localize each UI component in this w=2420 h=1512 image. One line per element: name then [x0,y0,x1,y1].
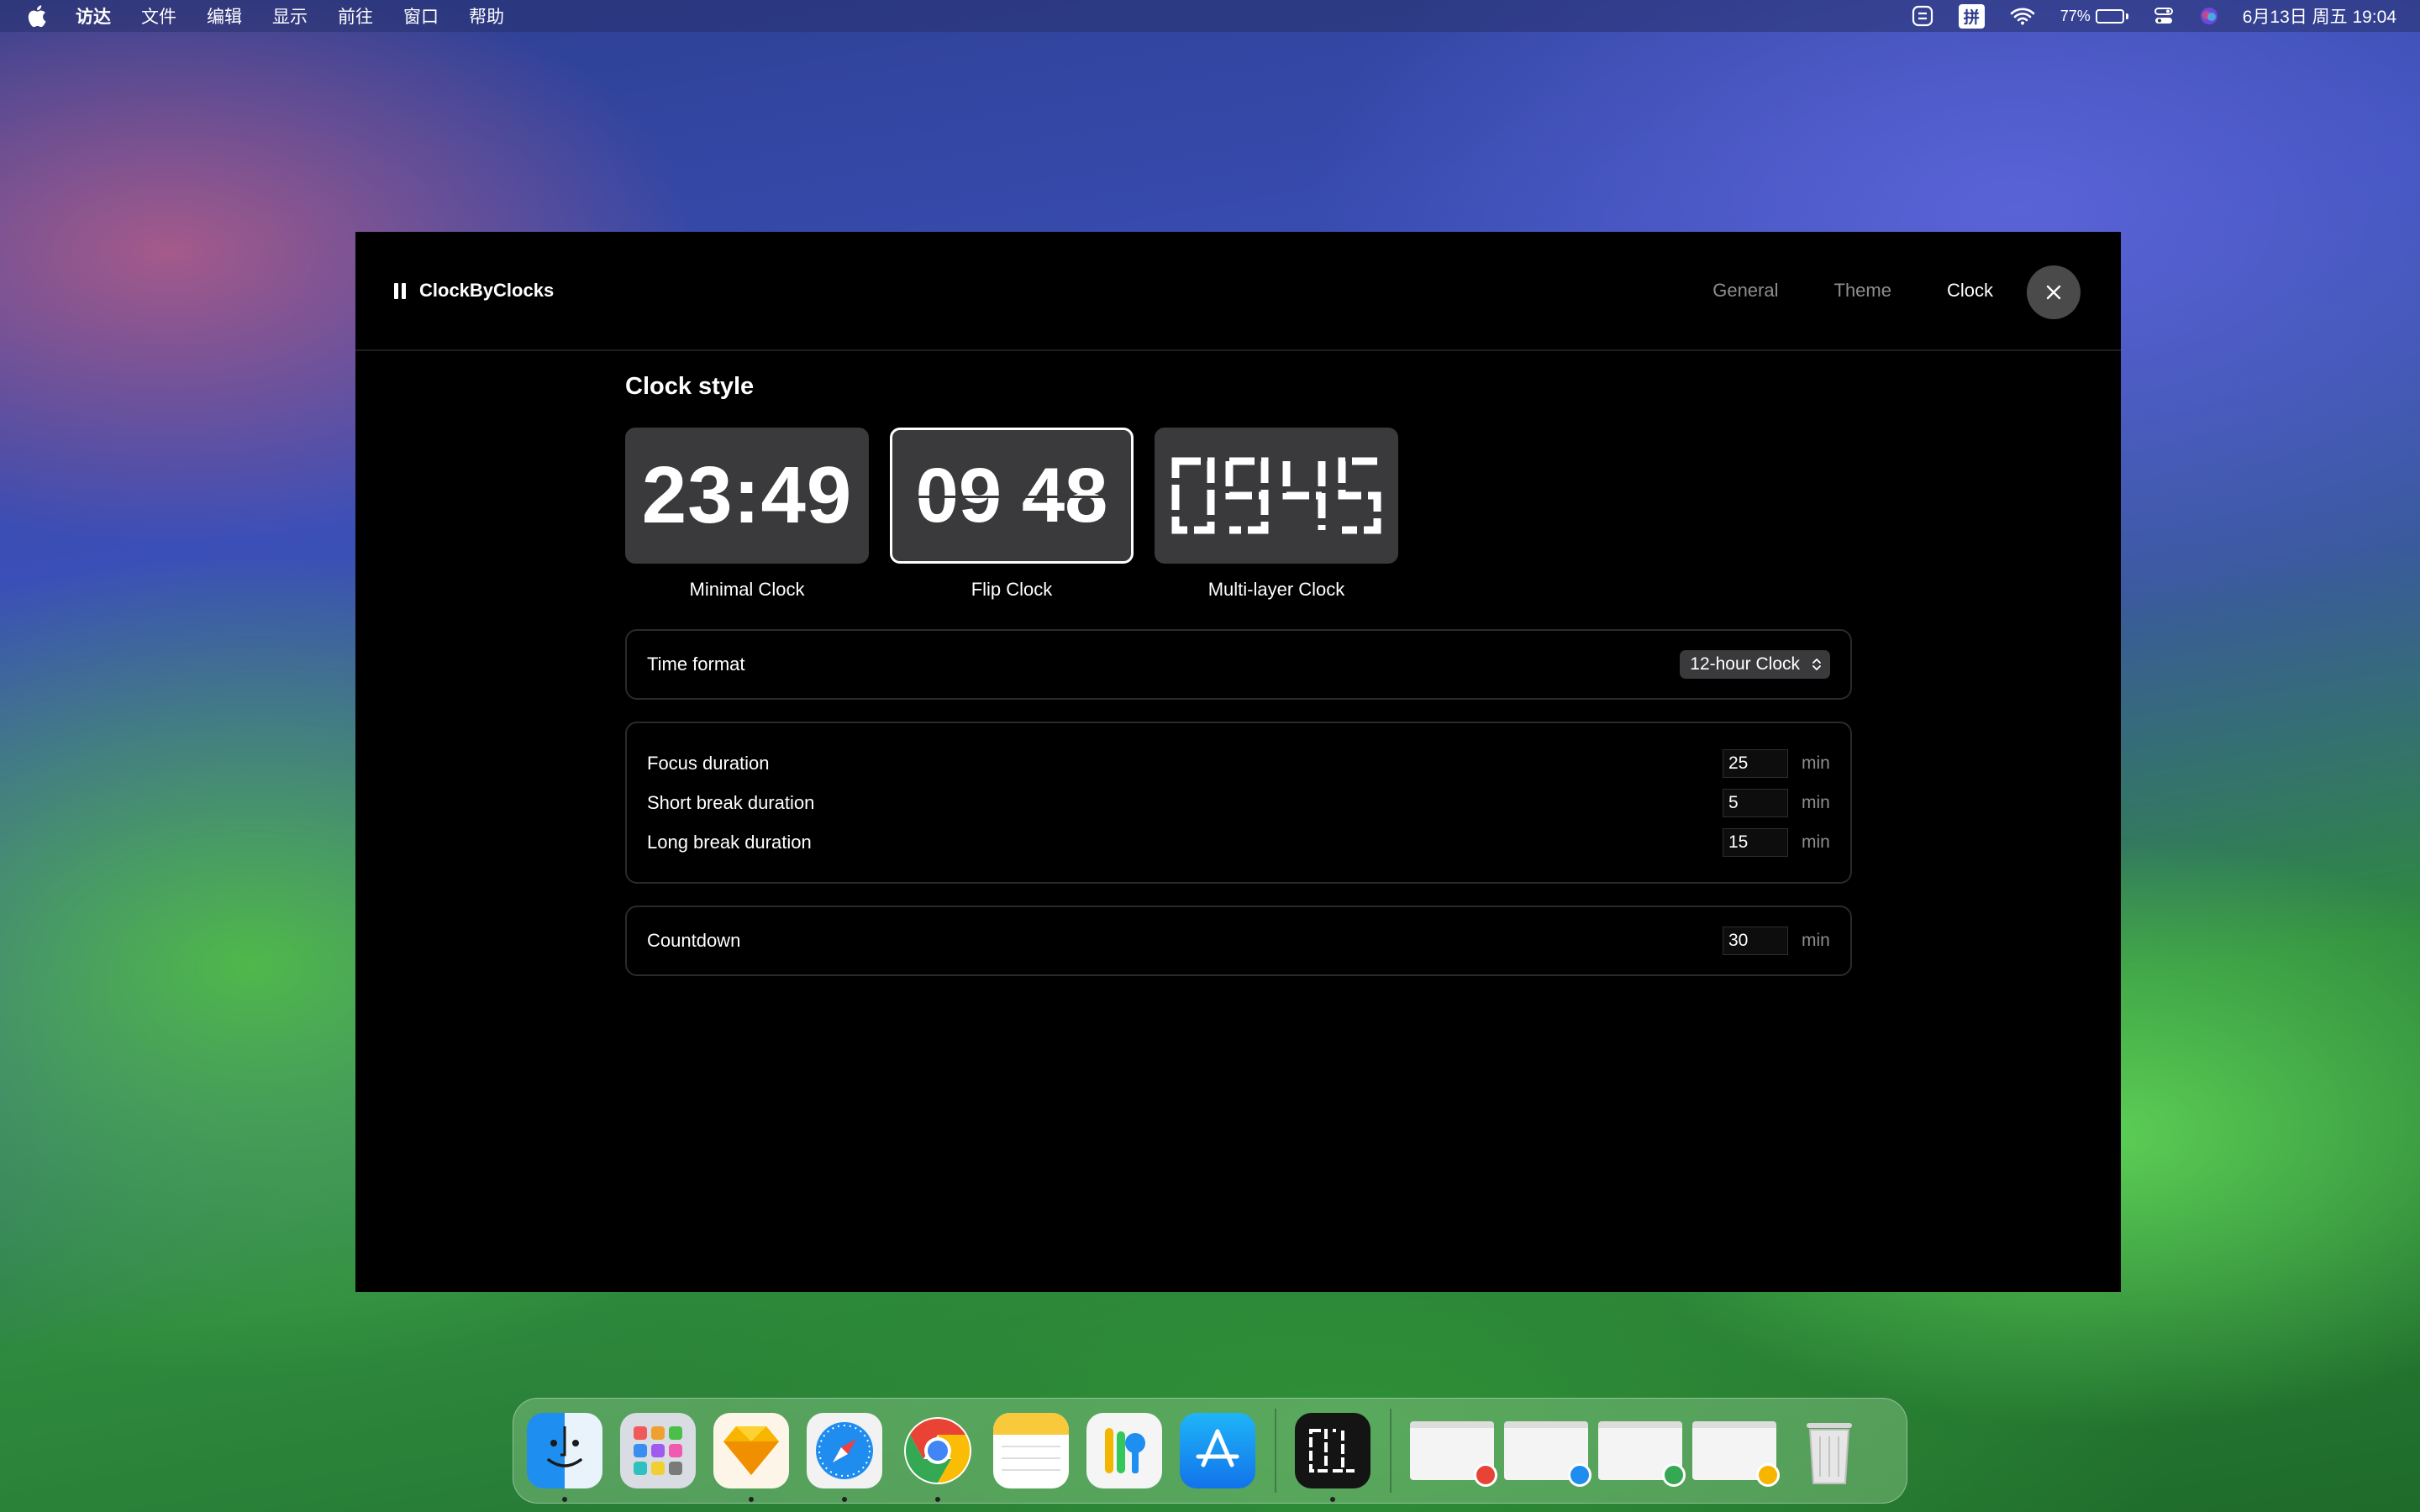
clock-style-picker: 23:49 Minimal Clock 09 48 Flip Clock Mul… [625,428,1852,601]
clockbyclocks-icon [1309,1429,1355,1473]
focus-duration-label: Focus duration [647,752,770,774]
clock-settings: Clock style 23:49 Minimal Clock 09 48 Fl… [625,373,1852,976]
trash-icon [1807,1423,1852,1484]
dock-sketch[interactable] [713,1413,789,1502]
apple-logo-icon[interactable] [25,3,47,29]
tab-clock[interactable]: Clock [1947,280,1993,302]
time-format-row: Time format 12-hour Clock [647,631,1830,698]
menu-go[interactable]: 前往 [338,3,373,29]
battery-icon [2095,8,2124,24]
dock [513,1398,1907,1504]
safari-icon [816,1422,873,1479]
section-title: Clock style [625,373,755,400]
dock-clockbyclocks[interactable] [1295,1413,1370,1502]
close-button[interactable] [2027,265,2081,319]
multi-layer-clock-preview [1171,457,1381,534]
clock-style-multilayer[interactable]: Multi-layer Clock [1155,428,1398,601]
menu-help[interactable]: 帮助 [469,3,504,29]
control-center-icon[interactable] [2154,6,2174,26]
tab-general[interactable]: General [1712,280,1778,302]
sketch-icon [723,1426,779,1475]
pomodoro-durations-panel: Focus duration min Short break duration … [625,722,1852,884]
dock-chrome[interactable] [900,1413,976,1502]
flip-clock-preview: 09 48 [906,452,1118,540]
short-break-input[interactable] [1723,788,1788,817]
unit-label: min [1802,792,1830,812]
style-label: Multi-layer Clock [1207,579,1345,600]
dock-separator [1275,1409,1276,1493]
dock-notes[interactable] [993,1413,1069,1488]
app-store-icon [1196,1429,1239,1467]
chevron-up-down-icon [1812,659,1821,670]
battery-status[interactable]: 77% [2060,8,2128,25]
dock-recent-window-3[interactable] [1598,1421,1686,1487]
siri-icon[interactable] [2199,6,2219,26]
long-break-input[interactable] [1723,827,1788,857]
dock-safari[interactable] [807,1413,882,1502]
menu-clock[interactable]: 6月13日 周五 19:04 [2243,3,2396,29]
unit-label: min [1802,753,1830,773]
menu-bar: 访达 文件 编辑 显示 前往 窗口 帮助 拼 77% 6月13日 周五 19:0… [0,0,2420,32]
style-label: Flip Clock [971,579,1053,600]
dock-recent-window-2[interactable] [1504,1421,1591,1487]
unit-label: min [1802,931,1830,950]
chrome-icon [904,1417,971,1484]
flip-hours: 09 [912,452,1006,538]
short-break-row: Short break duration min [647,783,1830,822]
time-format-panel: Time format 12-hour Clock [625,629,1852,700]
minimal-clock-preview: 23:49 [641,450,853,540]
menu-window[interactable]: 窗口 [403,3,439,29]
finder-icon [547,1426,582,1467]
time-format-value: 12-hour Clock [1690,654,1800,674]
long-break-row: Long break duration min [647,822,1830,862]
wifi-icon[interactable] [2010,7,2035,25]
battery-percent: 77% [2060,7,2091,24]
clock-style-flip[interactable]: 09 48 Flip Clock [890,428,1134,601]
focus-duration-input[interactable] [1723,748,1788,778]
style-label: Minimal Clock [689,579,805,600]
app-brand: ClockByClocks [394,280,554,302]
focus-duration-row: Focus duration min [647,743,1830,783]
countdown-label: Countdown [647,930,741,951]
countdown-row: Countdown min [647,907,1830,974]
style-card[interactable]: 23:49 [625,428,869,564]
dock-trash[interactable] [1791,1413,1867,1488]
countdown-input[interactable] [1723,927,1788,955]
dock-recent-window-1[interactable] [1410,1421,1497,1487]
pause-icon [394,282,409,299]
dock-launchpad[interactable] [620,1413,696,1488]
time-format-select[interactable]: 12-hour Clock [1680,650,1830,679]
passwords-icon [1105,1428,1145,1473]
tab-theme[interactable]: Theme [1834,280,1891,302]
launchpad-icon [634,1426,682,1475]
menu-finder[interactable]: 访达 [76,3,111,29]
countdown-panel: Countdown min [625,906,1852,976]
menu-view[interactable]: 显示 [272,3,308,29]
flip-minutes: 48 [1018,452,1112,538]
dock-app-store[interactable] [1180,1413,1255,1488]
app-name: ClockByClocks [419,280,555,301]
tab-bar: General Theme Clock [1657,280,1993,302]
window-header: ClockByClocks General Theme Clock [355,232,2121,351]
dock-passwords[interactable] [1086,1413,1162,1488]
notes-icon [993,1413,1069,1471]
style-card-selected[interactable]: 09 48 [890,428,1134,564]
dock-finder[interactable] [527,1413,602,1502]
dock-separator [1390,1409,1392,1493]
settings-window: ClockByClocks General Theme Clock Clock … [355,232,2121,1292]
style-card[interactable] [1155,428,1398,564]
short-break-label: Short break duration [647,791,815,813]
clock-style-minimal[interactable]: 23:49 Minimal Clock [625,428,869,601]
time-format-label: Time format [647,654,745,675]
menu-file[interactable]: 文件 [141,3,176,29]
unit-label: min [1802,832,1830,852]
screen-mirroring-icon[interactable] [1912,5,1933,27]
menu-edit[interactable]: 编辑 [207,3,242,29]
input-method-indicator[interactable]: 拼 [1958,3,1985,29]
close-icon [2046,285,2061,300]
long-break-label: Long break duration [647,831,812,853]
dock-recent-window-4[interactable] [1692,1421,1780,1487]
